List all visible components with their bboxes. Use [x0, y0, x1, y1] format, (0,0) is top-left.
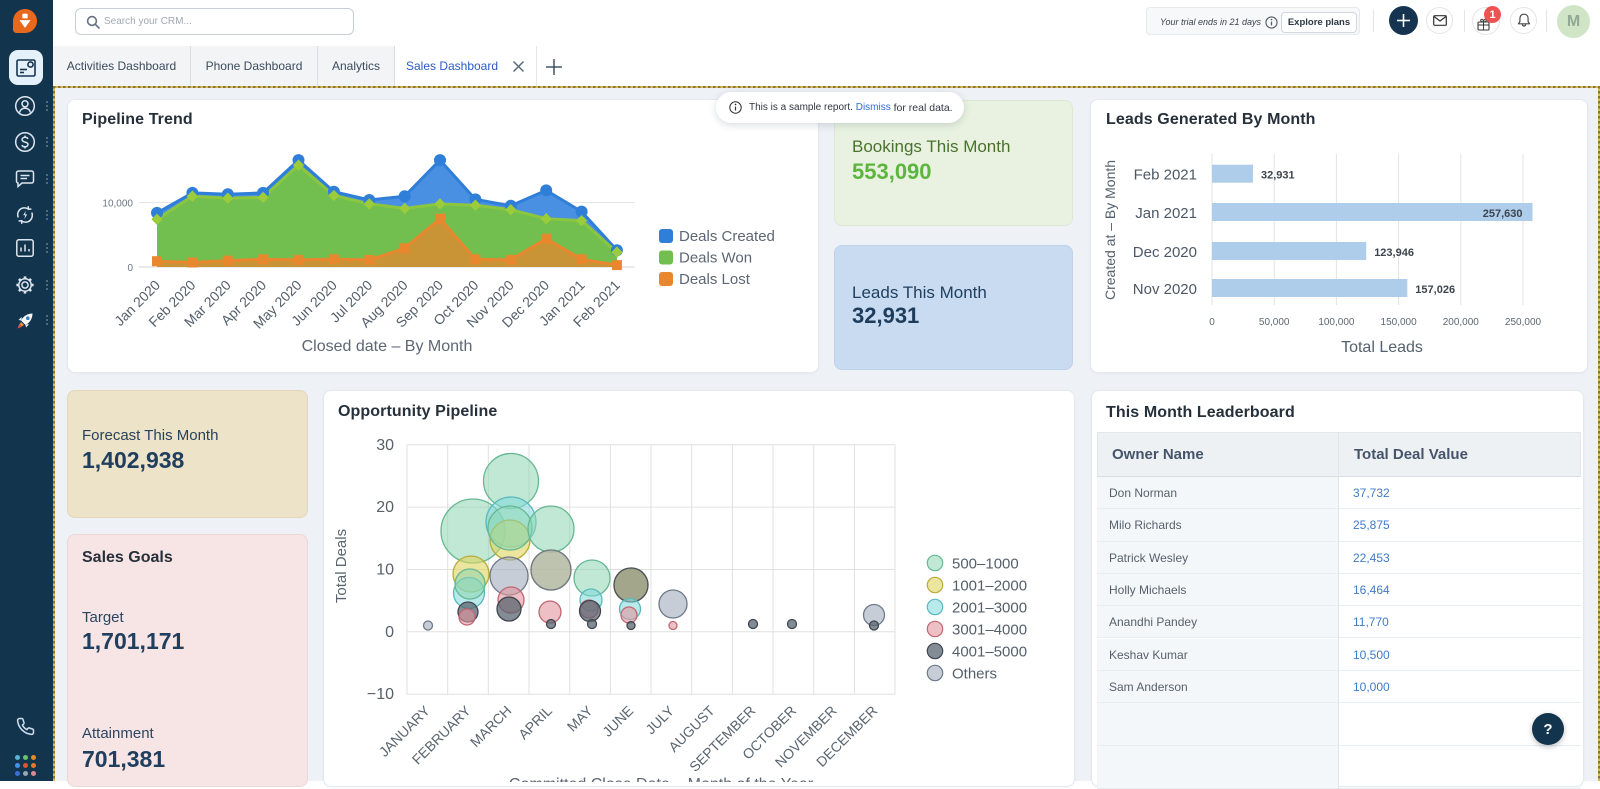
svg-text:157,026: 157,026: [1415, 284, 1455, 296]
svg-text:Nov 2020: Nov 2020: [1133, 281, 1197, 298]
svg-text:−10: −10: [367, 686, 394, 703]
svg-text:0: 0: [127, 263, 133, 274]
svg-text:150,000: 150,000: [1381, 317, 1418, 328]
svg-text:Feb 2021: Feb 2021: [1134, 167, 1197, 184]
svg-text:30: 30: [376, 437, 394, 454]
svg-text:0: 0: [1209, 317, 1215, 328]
svg-text:Jan 2021: Jan 2021: [1135, 205, 1197, 222]
svg-text:Deals Created: Deals Created: [679, 228, 775, 245]
svg-text:Created at – By Month: Created at – By Month: [1102, 160, 1118, 300]
svg-text:250,000: 250,000: [1505, 317, 1542, 328]
svg-text:JUNE: JUNE: [599, 702, 636, 739]
svg-text:Others: Others: [952, 666, 997, 683]
svg-text:10: 10: [376, 562, 394, 579]
svg-text:Closed date – By Month: Closed date – By Month: [302, 338, 473, 355]
svg-text:32,931: 32,931: [1261, 170, 1295, 182]
svg-text:50,000: 50,000: [1259, 317, 1290, 328]
svg-text:200,000: 200,000: [1443, 317, 1480, 328]
svg-text:500–1000: 500–1000: [952, 556, 1019, 573]
svg-text:257,630: 257,630: [1483, 208, 1523, 220]
svg-text:MARCH: MARCH: [467, 702, 515, 750]
svg-text:100,000: 100,000: [1318, 317, 1355, 328]
svg-text:Total Deals: Total Deals: [333, 529, 350, 603]
svg-text:APRIL: APRIL: [515, 702, 555, 742]
svg-text:4001–5000: 4001–5000: [952, 644, 1027, 661]
svg-text:Deals Lost: Deals Lost: [679, 271, 751, 288]
svg-text:2001–3000: 2001–3000: [952, 600, 1027, 617]
svg-text:20: 20: [376, 499, 394, 516]
svg-text:3001–4000: 3001–4000: [952, 622, 1027, 639]
svg-text:Deals Won: Deals Won: [679, 250, 752, 267]
svg-text:JULY: JULY: [642, 702, 677, 737]
svg-text:1001–2000: 1001–2000: [952, 578, 1027, 595]
svg-text:Dec 2020: Dec 2020: [1133, 244, 1197, 261]
svg-text:Total Leads: Total Leads: [1341, 339, 1423, 356]
svg-text:10,000: 10,000: [102, 199, 133, 210]
svg-text:Committed Close Date – Month o: Committed Close Date – Month of the Year: [509, 776, 814, 782]
svg-text:123,946: 123,946: [1374, 247, 1414, 259]
svg-text:MAY: MAY: [564, 702, 596, 734]
svg-text:0: 0: [385, 624, 394, 641]
